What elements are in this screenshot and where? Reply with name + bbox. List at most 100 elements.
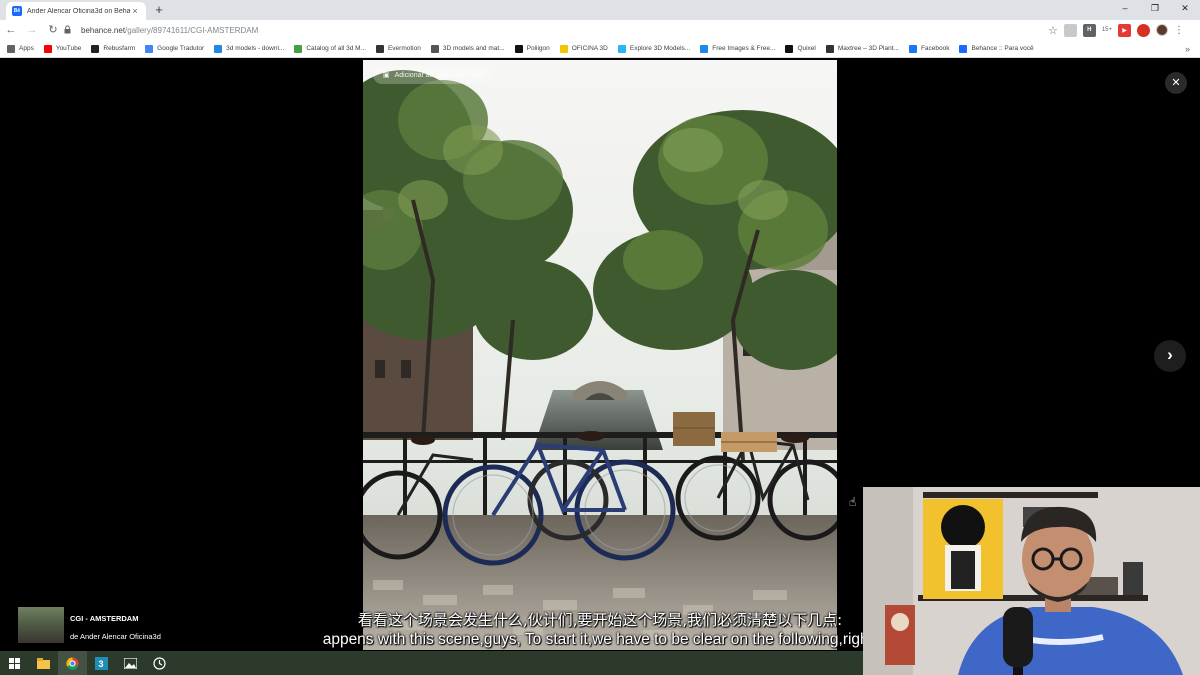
menu-kebab-icon[interactable]: ⋮ (1174, 25, 1184, 36)
file-explorer-icon[interactable] (29, 651, 58, 675)
clock-app-icon[interactable] (145, 651, 174, 675)
forward-button[interactable]: → (22, 20, 42, 40)
tab-strip: Bē Ander Alencar Oficina3d on Behance × … (0, 0, 1200, 20)
tab-close-icon[interactable]: × (130, 6, 140, 16)
back-button[interactable]: ← (1, 20, 21, 40)
bookmarks-bar: Apps YouTube Rebusfarm Google Tradutor 3d mo… (0, 40, 1200, 58)
bookmark-item[interactable]: 3D models and mat... (430, 44, 505, 53)
subtitle-english: appens with this scene,guys, To start it… (322, 631, 878, 648)
bookmark-item[interactable]: Facebook (908, 44, 950, 53)
browser-tab[interactable]: Bē Ander Alencar Oficina3d on Behance × (6, 2, 146, 20)
windows-start-icon[interactable] (0, 651, 29, 675)
lock-icon (64, 24, 74, 36)
bookmark-item[interactable]: Rebusfarm (91, 44, 136, 53)
url-path: /gallery/89741611/CGI-AMSTERDAM (125, 25, 259, 35)
chrome-icon[interactable] (58, 651, 87, 675)
svg-text:3: 3 (99, 659, 104, 669)
3dsmax-icon[interactable]: 3 (87, 651, 116, 675)
amsterdam-canal-render (363, 60, 837, 650)
windows-taskbar: 3 (0, 651, 863, 675)
bookmark-item[interactable]: 3d models - downl... (214, 44, 285, 53)
bookmark-label: Quixel (797, 45, 816, 52)
counter-extension-icon[interactable]: 15+ (1102, 27, 1112, 33)
bookmark-label: Catalog of all 3d M... (306, 45, 366, 52)
url-host: behance.net (81, 25, 126, 35)
bookmark-star-icon[interactable]: ☆ (1048, 24, 1058, 37)
rebusfarm-icon (91, 44, 100, 53)
quixel-icon (785, 44, 794, 53)
project-thumbnail[interactable] (18, 607, 64, 643)
close-lightbox-button[interactable]: ✕ (1165, 72, 1187, 94)
translate-icon (145, 44, 154, 53)
bookmarks-overflow-icon[interactable]: » (1180, 40, 1190, 57)
address-bar[interactable]: behance.net/gallery/89741611/CGI-AMSTERD… (64, 22, 1034, 38)
screen: Bē Ander Alencar Oficina3d on Behance × … (0, 0, 1200, 675)
oficina-icon (559, 44, 568, 53)
reader-extension-icon[interactable] (1063, 23, 1077, 37)
project-author[interactable]: de Ander Alencar Oficina3d (70, 632, 161, 641)
hand-cursor-icon: ☝ (849, 495, 857, 509)
bookmark-label: Maxtree – 3D Plant... (837, 45, 899, 52)
bookmark-label: Rebusfarm (103, 45, 136, 52)
moodboard-label: Adicionar ao painel de estilo (394, 71, 483, 79)
project-info[interactable]: CGI - AMSTERDAM de Ander Alencar Oficina… (18, 607, 278, 645)
youtube-extension-icon[interactable]: ▶ (1118, 23, 1131, 37)
bookmark-item[interactable]: Evermotion (375, 44, 421, 53)
red-extension-icon[interactable] (1137, 23, 1150, 37)
facebook-icon (908, 44, 917, 53)
profile-avatar[interactable] (1156, 24, 1168, 36)
behance-icon: Bē (12, 6, 22, 16)
apps-icon (7, 44, 15, 53)
bookmark-label: Behance :: Para você (971, 45, 1034, 52)
bookmark-item[interactable]: Behance :: Para você (959, 44, 1034, 53)
bookmark-item[interactable]: Explore 3D Models... (617, 44, 691, 53)
minimize-button[interactable]: – (1110, 0, 1140, 18)
maxtree-icon (825, 44, 834, 53)
video-subtitles: 看看这个场景会发生什么,伙计们,要开始这个场景,我们必须清楚以下几点: appe… (295, 610, 905, 650)
close-icon: ✕ (1171, 77, 1181, 89)
pexels-icon (700, 44, 709, 53)
reload-button[interactable]: ↻ (43, 20, 63, 40)
chevron-right-icon: › (1167, 345, 1173, 364)
poliigon-icon (514, 44, 523, 53)
bookmark-item[interactable]: Apps (7, 44, 34, 53)
evermotion-icon (375, 44, 384, 53)
bookmark-item[interactable]: Maxtree – 3D Plant... (825, 44, 899, 53)
bookmark-item[interactable]: Quixel (785, 44, 816, 53)
bookmark-label: Google Tradutor (157, 45, 205, 52)
bookmark-label: YouTube (55, 45, 82, 52)
bookmark-label: Explore 3D Models... (629, 45, 691, 52)
bookmark-label: OFICINA 3D (571, 45, 608, 52)
bookmark-label: 3D models and mat... (442, 45, 505, 52)
bookmark-item[interactable]: Google Tradutor (145, 44, 205, 53)
bookmark-item[interactable]: YouTube (43, 44, 82, 53)
tab-title: Ander Alencar Oficina3d on Behance (27, 7, 130, 15)
bookmark-label: Facebook (920, 45, 950, 52)
close-window-button[interactable]: ✕ (1170, 0, 1200, 18)
bookmark-item[interactable]: Catalog of all 3d M... (294, 44, 366, 53)
add-to-moodboard-button[interactable]: ▣ Adicionar ao painel de estilo (373, 66, 493, 84)
new-tab-button[interactable]: + (152, 3, 166, 17)
models-icon (430, 44, 439, 53)
bookmark-item[interactable]: Free Images & Free... (700, 44, 775, 53)
bookmark-label: Poliigon (526, 45, 550, 52)
3dmodels-icon (214, 44, 223, 53)
bookmark-label: 3d models - downl... (226, 45, 285, 52)
bookmark-item[interactable]: Poliigon (514, 44, 550, 53)
explore-icon (617, 44, 626, 53)
bookmark-label: Apps (19, 45, 34, 52)
catalog-icon (294, 44, 303, 53)
behance-icon (959, 44, 968, 53)
youtube-icon (43, 44, 52, 53)
h-extension-icon[interactable]: H (1082, 23, 1096, 37)
presenter-video (863, 487, 1200, 675)
project-title[interactable]: CGI - AMSTERDAM (70, 614, 161, 623)
project-image[interactable]: ▣ Adicionar ao painel de estilo (363, 60, 837, 650)
next-image-button[interactable]: › (1154, 340, 1186, 372)
maximize-button[interactable]: ❐ (1140, 0, 1170, 18)
toolbar-right: ☆ H 15+ ▶ ⋮ (1048, 22, 1184, 38)
photos-icon[interactable] (116, 651, 145, 675)
bookmark-item[interactable]: OFICINA 3D (559, 44, 608, 53)
moodboard-icon: ▣ (383, 72, 390, 79)
webcam-overlay (863, 487, 1200, 675)
